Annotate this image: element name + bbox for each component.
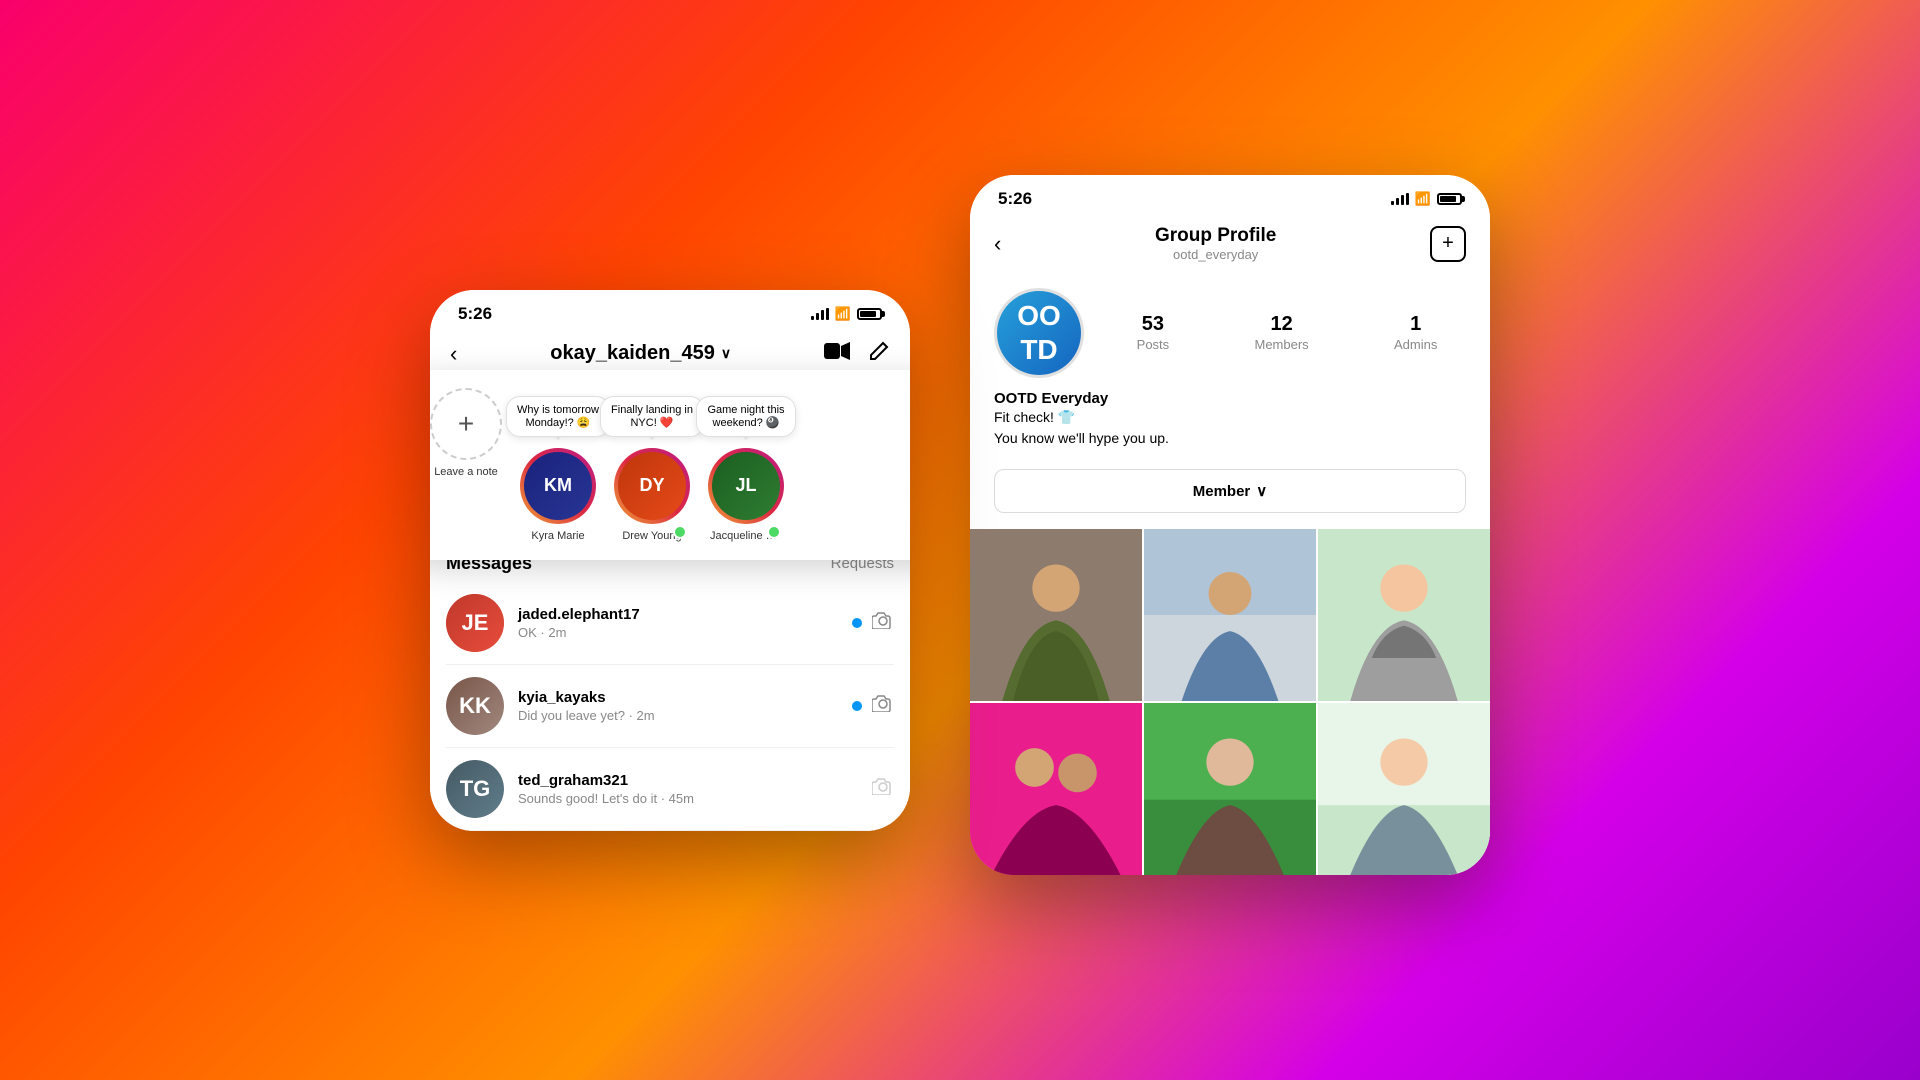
photo-cell-6[interactable] bbox=[1318, 703, 1490, 875]
profile-back-button[interactable]: ‹ bbox=[994, 231, 1001, 257]
battery-icon-profile bbox=[1437, 193, 1462, 205]
profile-info-row: OO TD 53 Posts 12 Members 1 Admins bbox=[970, 272, 1490, 390]
signal-icon bbox=[811, 308, 829, 320]
message-actions-ted bbox=[872, 777, 894, 801]
message-preview-ted: Sounds good! Let's do it · 45m bbox=[518, 791, 858, 806]
photo-cell-4[interactable] bbox=[970, 703, 1142, 875]
profile-stats: 53 Posts 12 Members 1 Admins bbox=[1108, 313, 1466, 354]
online-indicator-drew bbox=[673, 525, 687, 539]
stat-admins: 1 Admins bbox=[1394, 313, 1437, 354]
photo-cell-3[interactable] bbox=[1318, 529, 1490, 701]
profile-title-wrap: Group Profile ootd_everyday bbox=[1155, 225, 1276, 262]
profile-bio: OOTD Everyday Fit check! 👕 You know we'l… bbox=[970, 390, 1490, 461]
member-button-label: Member bbox=[1193, 483, 1251, 500]
story-name-kyra: Kyra Marie bbox=[531, 530, 584, 542]
stories-row: + Leave a note Why is tomorrowMonday!? 😩… bbox=[430, 388, 910, 542]
stat-admins-number: 1 bbox=[1394, 313, 1437, 336]
photo-cell-1[interactable] bbox=[970, 529, 1142, 701]
chevron-down-icon: ∨ bbox=[721, 345, 731, 362]
message-actions-jaded bbox=[852, 611, 894, 635]
story-name-add-note: Leave a note bbox=[434, 466, 498, 478]
message-preview-kyia: Did you leave yet? · 2m bbox=[518, 708, 838, 723]
message-username-ted: ted_graham321 bbox=[518, 772, 858, 789]
story-note-drew: Finally landing inNYC! ❤️ bbox=[600, 396, 704, 437]
messages-header-icons bbox=[824, 340, 890, 368]
status-time-messages: 5:26 bbox=[458, 304, 492, 324]
stat-admins-label: Admins bbox=[1394, 337, 1437, 352]
unread-indicator-jaded bbox=[852, 618, 862, 628]
phone-messages: 5:26 📶 ‹ okay_kaiden_459 ∨ bbox=[430, 290, 910, 831]
avatar-kyia: KK bbox=[446, 677, 504, 735]
wifi-icon-profile: 📶 bbox=[1415, 191, 1431, 207]
message-preview-jaded: OK · 2m bbox=[518, 625, 838, 640]
group-profile-header: ‹ Group Profile ootd_everyday + bbox=[970, 217, 1490, 272]
status-bar-profile: 5:26 📶 bbox=[970, 175, 1490, 217]
photo-cell-5[interactable] bbox=[1144, 703, 1316, 875]
story-note-jacqueline: Game night thisweekend? 🎱 bbox=[696, 396, 796, 437]
stat-posts: 53 Posts bbox=[1137, 313, 1170, 354]
group-avatar: OO TD bbox=[994, 288, 1084, 378]
stat-members-label: Members bbox=[1254, 337, 1308, 352]
stat-posts-label: Posts bbox=[1137, 337, 1170, 352]
camera-icon-jaded[interactable] bbox=[872, 611, 894, 635]
avatar-ted: TG bbox=[446, 760, 504, 818]
camera-icon-ted[interactable] bbox=[872, 777, 894, 801]
messages-header-title[interactable]: okay_kaiden_459 ∨ bbox=[550, 342, 731, 365]
group-bio-name: OOTD Everyday bbox=[994, 390, 1466, 407]
signal-icon-profile bbox=[1391, 193, 1409, 205]
story-item-jacqueline[interactable]: Game night thisweekend? 🎱 JL Jacqueline … bbox=[708, 448, 784, 542]
plus-icon: + bbox=[1442, 232, 1454, 255]
profile-title: Group Profile bbox=[1155, 225, 1276, 247]
message-content-jaded: jaded.elephant17 OK · 2m bbox=[518, 606, 838, 640]
camera-icon-kyia[interactable] bbox=[872, 694, 894, 718]
profile-subtitle: ootd_everyday bbox=[1155, 247, 1276, 262]
story-item-kyra-marie[interactable]: Why is tomorrowMonday!? 😩 KM Kyra Marie bbox=[520, 448, 596, 542]
story-ring-drew: DY bbox=[614, 448, 690, 524]
online-indicator-jacqueline bbox=[767, 525, 781, 539]
edit-icon[interactable] bbox=[868, 340, 890, 368]
phone-group-profile: 5:26 📶 ‹ Group Profile ootd_everyday bbox=[970, 175, 1490, 875]
message-content-ted: ted_graham321 Sounds good! Let's do it ·… bbox=[518, 772, 858, 806]
unread-indicator-kyia bbox=[852, 701, 862, 711]
stat-members: 12 Members bbox=[1254, 313, 1308, 354]
messages-section: Messages Requests JE jaded.elephant17 OK… bbox=[430, 541, 910, 831]
photo-cell-2[interactable] bbox=[1144, 529, 1316, 701]
chevron-down-member-icon: ∨ bbox=[1256, 482, 1267, 500]
message-item-kyia-kayaks[interactable]: KK kyia_kayaks Did you leave yet? · 2m bbox=[446, 665, 894, 748]
member-button[interactable]: Member ∨ bbox=[994, 469, 1466, 513]
group-bio-line1: Fit check! 👕 bbox=[994, 407, 1466, 428]
wifi-icon: 📶 bbox=[835, 306, 851, 322]
message-username-jaded: jaded.elephant17 bbox=[518, 606, 838, 623]
add-to-group-button[interactable]: + bbox=[1430, 226, 1466, 262]
story-note-kyra: Why is tomorrowMonday!? 😩 bbox=[506, 396, 610, 437]
story-ring-kyra: KM bbox=[520, 448, 596, 524]
message-item-jaded-elephant[interactable]: JE jaded.elephant17 OK · 2m bbox=[446, 582, 894, 665]
notes-card: + Leave a note Why is tomorrowMonday!? 😩… bbox=[430, 370, 910, 560]
message-actions-kyia bbox=[852, 694, 894, 718]
message-username-kyia: kyia_kayaks bbox=[518, 689, 838, 706]
stat-posts-number: 53 bbox=[1137, 313, 1170, 336]
status-icons-profile: 📶 bbox=[1391, 191, 1462, 207]
back-button[interactable]: ‹ bbox=[450, 341, 457, 367]
battery-icon bbox=[857, 308, 882, 320]
add-note-button[interactable]: + bbox=[430, 388, 502, 460]
photo-grid bbox=[970, 529, 1490, 875]
group-bio-line2: You know we'll hype you up. bbox=[994, 428, 1466, 449]
chat-username: okay_kaiden_459 bbox=[550, 342, 715, 365]
avatar-jaded-elephant: JE bbox=[446, 594, 504, 652]
message-content-kyia: kyia_kayaks Did you leave yet? · 2m bbox=[518, 689, 838, 723]
stat-members-number: 12 bbox=[1254, 313, 1308, 336]
story-item-drew-young[interactable]: Finally landing inNYC! ❤️ DY Drew Young bbox=[614, 448, 690, 542]
video-call-icon[interactable] bbox=[824, 341, 850, 367]
status-icons-messages: 📶 bbox=[811, 306, 882, 322]
screen-container: 5:26 📶 ‹ okay_kaiden_459 ∨ bbox=[0, 0, 1920, 1080]
status-bar-messages: 5:26 📶 bbox=[430, 290, 910, 332]
story-item-add-note[interactable]: + Leave a note bbox=[430, 388, 502, 478]
message-item-ted-graham[interactable]: TG ted_graham321 Sounds good! Let's do i… bbox=[446, 748, 894, 831]
status-time-profile: 5:26 bbox=[998, 189, 1032, 209]
story-ring-jacqueline: JL bbox=[708, 448, 784, 524]
